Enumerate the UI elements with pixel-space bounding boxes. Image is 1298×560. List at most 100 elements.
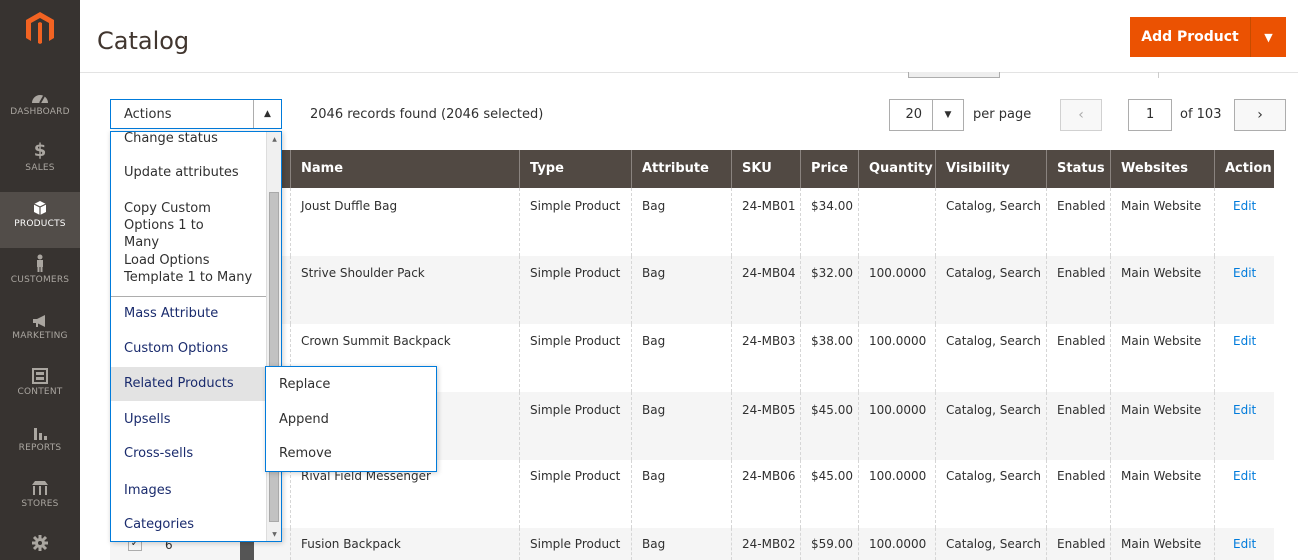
- cell-price: $59.00: [800, 528, 858, 560]
- scroll-down-arrow-icon[interactable]: ▼: [267, 527, 281, 541]
- cell-visibility: Catalog, Search: [935, 324, 1046, 392]
- nav-system[interactable]: [0, 528, 80, 560]
- menu-item-copy-custom-options[interactable]: Copy Custom Options 1 to Many: [111, 200, 241, 251]
- caret-up-icon: ▲: [253, 100, 281, 128]
- cell-quantity: 100.0000: [858, 256, 935, 324]
- actions-dropdown[interactable]: Actions ▲: [110, 99, 282, 129]
- toolbar-separator: [1158, 72, 1159, 78]
- menu-item-custom-options[interactable]: Custom Options: [111, 340, 266, 357]
- table-row: Fusion Backpack Simple Product Bag 24-MB…: [110, 528, 1274, 560]
- previous-page-button[interactable]: ‹: [1060, 99, 1102, 131]
- cell-type: Simple Product: [519, 528, 631, 560]
- nav-label: REPORTS: [18, 443, 62, 453]
- cell-visibility: Catalog, Search: [935, 188, 1046, 256]
- grid-header: Name Type Attribute Set SKU Price Quanti…: [110, 150, 1274, 214]
- submenu-item-append[interactable]: Append: [279, 412, 329, 427]
- edit-link[interactable]: Edit: [1214, 528, 1274, 560]
- nav-content[interactable]: CONTENT: [0, 360, 80, 416]
- column-header-price[interactable]: Price: [800, 150, 858, 188]
- box-icon: [0, 192, 80, 216]
- cell-sku: 24-MB04: [731, 256, 800, 324]
- column-header-sku[interactable]: SKU: [731, 150, 800, 188]
- nav-reports[interactable]: REPORTS: [0, 416, 80, 472]
- magento-logo-icon[interactable]: [20, 8, 60, 48]
- menu-item-related-products[interactable]: Related Products: [111, 367, 266, 401]
- column-header-type[interactable]: Type: [519, 150, 631, 188]
- submenu-item-replace[interactable]: Replace: [279, 377, 330, 392]
- cell-visibility: Catalog, Search: [935, 392, 1046, 460]
- cell-quantity: 100.0000: [858, 392, 935, 460]
- column-header-websites[interactable]: Websites: [1110, 150, 1214, 188]
- menu-item-mass-attribute[interactable]: Mass Attribute: [111, 305, 266, 322]
- cell-status: Enabled: [1046, 392, 1110, 460]
- cell-type: Simple Product: [519, 460, 631, 528]
- menu-item-upsells[interactable]: Upsells: [111, 411, 266, 428]
- cell-websites: Main Website: [1110, 392, 1214, 460]
- nav-sales[interactable]: $ SALES: [0, 136, 80, 192]
- nav-dashboard[interactable]: DASHBOARD: [0, 80, 80, 136]
- column-header-action: Action: [1214, 150, 1274, 188]
- nav-label: CUSTOMERS: [10, 275, 70, 285]
- cell-price: $45.00: [800, 392, 858, 460]
- per-page-value[interactable]: 20: [889, 99, 933, 131]
- edit-link[interactable]: Edit: [1214, 256, 1274, 324]
- scroll-up-arrow-icon[interactable]: ▲: [267, 132, 281, 146]
- per-page-dropdown-button[interactable]: ▼: [932, 99, 964, 131]
- next-page-button[interactable]: ›: [1234, 99, 1286, 131]
- cell-visibility: Catalog, Search: [935, 256, 1046, 324]
- add-product-dropdown-toggle[interactable]: ▼: [1250, 17, 1286, 57]
- bar-chart-icon: [0, 416, 80, 440]
- cell-attribute-set: Bag: [631, 460, 731, 528]
- edit-link[interactable]: Edit: [1214, 188, 1274, 256]
- scrollbar-thumb[interactable]: [269, 192, 279, 522]
- cell-price: $38.00: [800, 324, 858, 392]
- nav-label: CONTENT: [17, 387, 63, 397]
- column-header-visibility[interactable]: Visibility: [935, 150, 1046, 188]
- cell-sku: 24-MB06: [731, 460, 800, 528]
- cell-websites: Main Website: [1110, 324, 1214, 392]
- menu-item-cross-sells[interactable]: Cross-sells: [111, 445, 266, 462]
- nav-products[interactable]: PRODUCTS: [0, 192, 80, 248]
- edit-link[interactable]: Edit: [1214, 324, 1274, 392]
- menu-item-load-options-template[interactable]: Load Options Template 1 to Many: [111, 252, 261, 286]
- nav-marketing[interactable]: MARKETING: [0, 304, 80, 360]
- column-header-name[interactable]: Name: [290, 150, 519, 188]
- column-header-attribute-set[interactable]: Attribute Set: [631, 150, 731, 214]
- cell-websites: Main Website: [1110, 256, 1214, 324]
- cell-status: Enabled: [1046, 528, 1110, 560]
- cell-quantity: 100.0000: [858, 324, 935, 392]
- menu-scrollbar[interactable]: ▲ ▼: [266, 132, 281, 541]
- cell-type: Simple Product: [519, 256, 631, 324]
- nav-stores[interactable]: STORES: [0, 472, 80, 528]
- page-title: Catalog: [97, 27, 190, 55]
- layout-icon: [0, 360, 80, 384]
- header-divider: [80, 72, 1298, 73]
- cell-type: Simple Product: [519, 392, 631, 460]
- menu-item-change-status[interactable]: Change status: [111, 132, 266, 147]
- add-product-button[interactable]: Add Product: [1130, 17, 1250, 57]
- current-page-input[interactable]: 1: [1128, 99, 1172, 131]
- admin-sidebar: DASHBOARD $ SALES PRODUCTS CUSTOMERS MAR…: [0, 0, 80, 560]
- menu-item-images[interactable]: Images: [111, 482, 266, 499]
- cell-sku: 24-MB01: [731, 188, 800, 256]
- related-products-submenu: Replace Append Remove: [265, 366, 437, 472]
- cell-attribute-set: Bag: [631, 392, 731, 460]
- submenu-item-remove[interactable]: Remove: [279, 446, 332, 461]
- column-header-status[interactable]: Status: [1046, 150, 1110, 188]
- actions-dropdown-label: Actions: [124, 107, 172, 122]
- edit-link[interactable]: Edit: [1214, 392, 1274, 460]
- cell-attribute-set: Bag: [631, 188, 731, 256]
- edit-link[interactable]: Edit: [1214, 460, 1274, 528]
- table-row: Strive Shoulder Pack Simple Product Bag …: [110, 256, 1274, 324]
- menu-item-categories[interactable]: Categories: [111, 516, 266, 533]
- filters-button-partial[interactable]: [908, 72, 1000, 78]
- cell-websites: Main Website: [1110, 460, 1214, 528]
- cell-sku: 24-MB02: [731, 528, 800, 560]
- menu-item-update-attributes[interactable]: Update attributes: [111, 164, 266, 181]
- column-header-quantity[interactable]: Quantity: [858, 150, 935, 188]
- cell-status: Enabled: [1046, 324, 1110, 392]
- nav-customers[interactable]: CUSTOMERS: [0, 248, 80, 304]
- cell-quantity: 100.0000: [858, 528, 935, 560]
- cell-status: Enabled: [1046, 256, 1110, 324]
- cell-attribute-set: Bag: [631, 324, 731, 392]
